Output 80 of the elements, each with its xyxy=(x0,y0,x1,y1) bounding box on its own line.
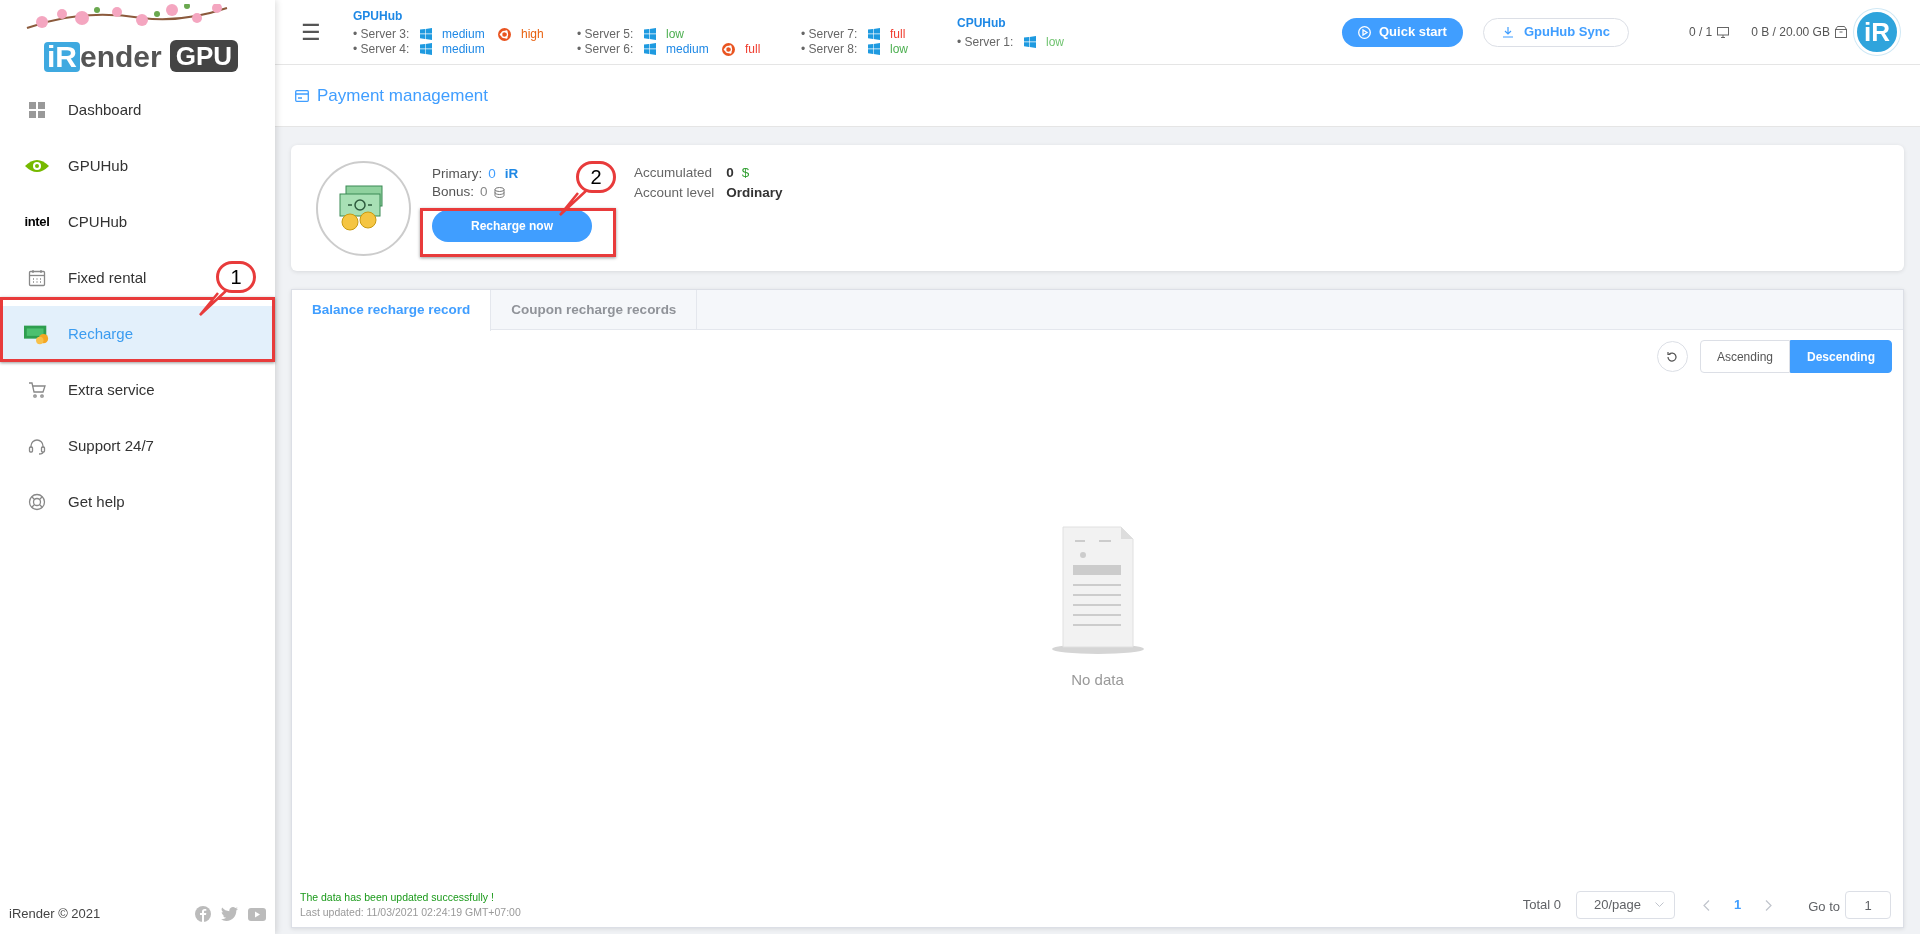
brand-logo-text: intel xyxy=(24,213,50,232)
status-message: The data has been updated successfully ! xyxy=(300,890,495,905)
windows-icon xyxy=(644,43,656,55)
server-label: • Server 7: xyxy=(801,26,859,43)
last-updated-text: Last updated: 11/03/2021 02:24:19 GMT+07:00 xyxy=(300,905,521,920)
ubuntu-icon xyxy=(722,42,735,56)
monitor-icon xyxy=(1717,26,1730,38)
headset-icon xyxy=(28,437,46,455)
server-status: medium xyxy=(666,41,709,58)
coin-stack-icon xyxy=(493,186,505,198)
server-status: medium xyxy=(442,41,485,58)
account-level-value: Ordinary xyxy=(726,184,783,202)
chevron-left-icon[interactable] xyxy=(1702,899,1710,911)
sidebar-item[interactable]: Get help xyxy=(0,474,129,530)
primary-value: 0 xyxy=(488,164,496,183)
windows-icon xyxy=(420,43,432,55)
windows-icon xyxy=(644,28,656,40)
sidebar-item[interactable]: GPUHub xyxy=(0,138,133,194)
page-size-select[interactable]: 20/page xyxy=(1575,891,1675,919)
chevron-right-icon[interactable] xyxy=(1765,899,1773,911)
ubuntu-icon xyxy=(498,27,511,41)
sidebar-item[interactable]: Fixed rental xyxy=(0,250,151,306)
server-status: full xyxy=(745,41,761,58)
server-label: • Server 5: xyxy=(577,26,635,43)
logo-text: iRender xyxy=(44,42,162,72)
server-label: • Server 1: xyxy=(957,33,1015,51)
bonus-label: Bonus: xyxy=(432,182,475,201)
server-status: low xyxy=(666,26,684,43)
sort-button[interactable]: Ascending xyxy=(1699,340,1790,373)
goto-label: Go to xyxy=(1808,897,1840,916)
video-play-icon[interactable] xyxy=(248,907,266,921)
primary-unit: iR xyxy=(504,164,519,183)
goto-input[interactable]: 1 xyxy=(1845,891,1891,919)
sidebar-item[interactable]: Extra service xyxy=(0,362,159,418)
server-label: • Server 3: xyxy=(353,26,411,43)
sidebar-item[interactable]: intel CPUHub xyxy=(0,194,132,250)
accumulated-value: 0 xyxy=(726,164,734,182)
server-label: • Server 6: xyxy=(577,41,635,58)
accumulated-unit: $ xyxy=(741,164,750,182)
page-title: Payment management xyxy=(317,84,489,107)
bonus-value: 0 xyxy=(480,182,488,201)
refresh-icon xyxy=(1666,350,1679,363)
windows-icon xyxy=(868,43,880,55)
twitter-icon[interactable] xyxy=(221,907,238,921)
cart-icon xyxy=(28,381,46,399)
chevron-down-icon xyxy=(1654,902,1664,908)
server-status: full xyxy=(890,26,906,43)
copyright-text: iRender © 2021 xyxy=(9,905,101,924)
cash-icon xyxy=(24,323,50,345)
server-status: medium xyxy=(442,26,485,43)
grid-icon xyxy=(29,102,45,118)
hub-title: CPUHub xyxy=(957,15,1007,31)
eye-logo-icon xyxy=(24,158,50,174)
account-level-label: Account level xyxy=(634,184,715,202)
primary-label: Primary: xyxy=(432,164,483,183)
card-icon xyxy=(295,89,309,102)
menu-icon[interactable]: ☰ xyxy=(301,15,341,49)
server-status: low xyxy=(890,41,908,58)
server-label: • Server 8: xyxy=(801,41,859,58)
play-circle-icon xyxy=(1358,25,1371,39)
box-icon xyxy=(1834,26,1847,38)
lifebuoy-icon xyxy=(28,493,46,511)
total-count: Total 0 xyxy=(1522,896,1561,915)
windows-icon xyxy=(868,28,880,40)
logo-badge: GPU xyxy=(169,40,239,72)
hub-title: GPUHub xyxy=(353,7,404,24)
empty-state-text: No data xyxy=(1071,669,1124,690)
accumulated-label: Accumulated xyxy=(634,164,714,182)
download-icon xyxy=(1501,26,1514,38)
machine-count: 0 / 1 xyxy=(1688,24,1713,41)
facebook-icon[interactable] xyxy=(195,906,211,922)
server-status: low xyxy=(1046,33,1064,51)
server-status: high xyxy=(521,26,544,43)
server-label: • Server 4: xyxy=(353,41,411,58)
storage-usage: 0 B / 20.00 GB xyxy=(1751,24,1830,41)
windows-icon xyxy=(420,28,432,40)
calendar-icon xyxy=(28,269,46,287)
sidebar-item[interactable]: Dashboard xyxy=(0,82,146,138)
windows-icon xyxy=(1024,35,1036,48)
sidebar-item[interactable]: Support 24/7 xyxy=(0,418,158,474)
